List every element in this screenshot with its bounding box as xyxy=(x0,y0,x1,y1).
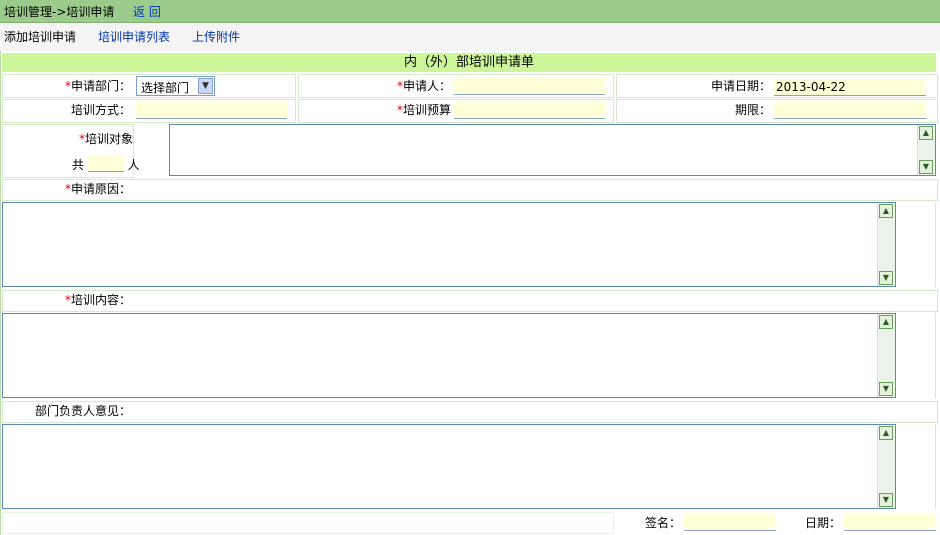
applicant-label: *申请人： xyxy=(396,79,451,93)
department-select[interactable]: 选择部门 ▼ xyxy=(136,76,215,96)
target-textarea[interactable]: ▲ ▼ xyxy=(169,124,936,176)
applicant-input[interactable] xyxy=(454,78,605,95)
scroll-down-icon[interactable]: ▼ xyxy=(879,493,893,507)
target-label: *培训对象 xyxy=(78,132,133,146)
scroll-up-icon[interactable]: ▲ xyxy=(879,315,893,329)
target-scrollbar[interactable]: ▲ ▼ xyxy=(917,125,935,175)
scroll-up-icon[interactable]: ▲ xyxy=(879,426,893,440)
target-count-group: 共 人 xyxy=(72,152,140,173)
top-bar: 培训管理->培训申请 返 回 xyxy=(0,0,940,23)
period-input[interactable] xyxy=(774,102,926,119)
divider xyxy=(935,313,936,398)
target-count-input[interactable] xyxy=(87,155,124,172)
manager-opinion-label-row xyxy=(2,401,938,423)
content-label: *培训内容： xyxy=(64,293,131,307)
date-label: 日期： xyxy=(804,516,841,530)
signature-label: 签名： xyxy=(644,516,681,530)
period-label: 期限： xyxy=(734,103,771,117)
sign-date-input[interactable] xyxy=(844,514,936,531)
training-budget-input[interactable] xyxy=(454,102,605,119)
department-label: *申请部门： xyxy=(64,79,131,93)
target-count-suffix: 人 xyxy=(127,158,140,172)
tab-upload-attachment[interactable]: 上传附件 xyxy=(192,28,240,45)
divider xyxy=(935,202,936,287)
chevron-down-icon[interactable]: ▼ xyxy=(198,78,213,94)
content-textarea[interactable]: ▲ ▼ xyxy=(2,313,896,398)
tab-add-training-application[interactable]: 添加培训申请 xyxy=(4,28,76,45)
divider xyxy=(935,424,936,509)
reason-scrollbar[interactable]: ▲ ▼ xyxy=(877,203,895,286)
target-count-prefix: 共 xyxy=(72,158,85,172)
scroll-up-icon[interactable]: ▲ xyxy=(879,204,893,218)
reason-label: *申请原因： xyxy=(64,182,131,196)
scroll-up-icon[interactable]: ▲ xyxy=(919,126,933,140)
tab-bar: 添加培训申请 培训申请列表 上传附件 xyxy=(0,23,940,51)
scroll-down-icon[interactable]: ▼ xyxy=(879,271,893,285)
manager-opinion-textarea[interactable]: ▲ ▼ xyxy=(2,424,896,509)
scroll-down-icon[interactable]: ▼ xyxy=(919,160,933,174)
training-budget-label: *培训预算 xyxy=(396,103,451,117)
manager-opinion-scrollbar[interactable]: ▲ ▼ xyxy=(877,425,895,508)
department-select-value: 选择部门 xyxy=(141,81,190,95)
tab-training-application-list[interactable]: 培训申请列表 xyxy=(98,28,170,45)
apply-date-label: 申请日期： xyxy=(710,79,771,93)
reason-label-row xyxy=(2,179,938,201)
reason-textarea[interactable]: ▲ ▼ xyxy=(2,202,896,287)
training-method-label: 培训方式： xyxy=(70,103,131,117)
content-label-row xyxy=(2,290,938,312)
form-title: 内（外）部培训申请单 xyxy=(2,53,936,72)
training-application-form: 内（外）部培训申请单 *申请部门： 选择部门 ▼ *申请人： 申请日期： 201… xyxy=(0,51,940,535)
training-method-input[interactable] xyxy=(136,102,287,119)
back-link[interactable]: 返 回 xyxy=(133,3,161,20)
manager-opinion-label: 部门负责人意见： xyxy=(34,404,131,418)
signature-spacer-cell xyxy=(2,512,614,534)
scroll-down-icon[interactable]: ▼ xyxy=(879,382,893,396)
content-scrollbar[interactable]: ▲ ▼ xyxy=(877,314,895,397)
breadcrumb: 培训管理->培训申请 xyxy=(4,5,115,19)
apply-date-input[interactable]: 2013-04-22 xyxy=(774,79,926,96)
